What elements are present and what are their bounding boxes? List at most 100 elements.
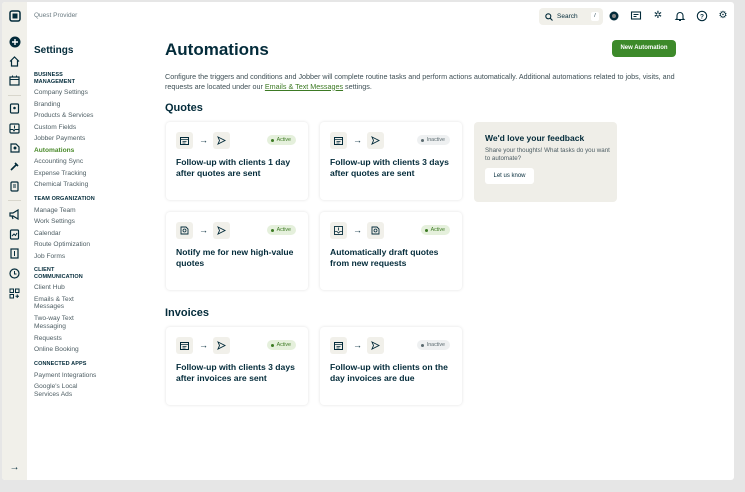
ai-sparkle-icon[interactable]: ✲ <box>652 10 664 22</box>
status-label: Active <box>430 227 445 233</box>
app-window: → Quest Provider Search / ✲ ? ⚙ Settings… <box>2 2 734 480</box>
expenses-icon[interactable] <box>8 247 21 260</box>
nav-item-chemical-tracking[interactable]: Chemical Tracking <box>34 181 144 189</box>
notifications-bell-icon[interactable] <box>674 10 686 22</box>
nav-section-heading: CLIENT COMMUNICATION <box>34 267 83 280</box>
send-icon <box>367 132 384 149</box>
nav-item-calendar[interactable]: Calendar <box>34 230 144 238</box>
automation-card[interactable]: → Active Follow-up with clients 1 day af… <box>166 122 308 200</box>
schedule-icon[interactable] <box>8 74 21 87</box>
left-rail: → <box>2 2 27 480</box>
settings-gear-icon[interactable]: ⚙ <box>717 10 729 22</box>
nav-item-payment-integrations[interactable]: Payment Integrations <box>34 372 144 380</box>
send-icon <box>213 337 230 354</box>
status-label: Active <box>276 342 291 348</box>
requests-icon[interactable] <box>8 122 21 135</box>
nav-item-requests[interactable]: Requests <box>34 335 144 343</box>
status-badge: Active <box>266 225 296 235</box>
nav-item-client-hub[interactable]: Client Hub <box>34 284 144 292</box>
expand-arrow-icon[interactable]: → <box>8 461 21 474</box>
rail-divider <box>8 200 21 201</box>
nav-section-heading: TEAM ORGANIZATION <box>34 195 95 202</box>
messages-icon[interactable] <box>630 10 642 22</box>
quotes-icon[interactable] <box>8 141 21 154</box>
arrow-right-icon: → <box>353 135 362 145</box>
feedback-text: Share your thoughts! What tasks do you w… <box>485 147 610 162</box>
quote-icon <box>367 222 384 239</box>
status-badge: Active <box>266 340 296 350</box>
nav-item-custom-fields[interactable]: Custom Fields <box>34 124 144 132</box>
status-label: Inactive <box>426 137 445 143</box>
status-badge: Active <box>266 135 296 145</box>
account-name: Quest Provider <box>34 12 78 19</box>
request-icon <box>330 222 347 239</box>
jobs-icon[interactable] <box>8 160 21 173</box>
rail-divider <box>8 95 21 96</box>
nav-item-jobber-payments[interactable]: Jobber Payments <box>34 135 144 143</box>
calendar-icon <box>176 132 193 149</box>
feedback-card: We'd love your feedback Share your thoug… <box>474 122 617 202</box>
status-dot <box>270 343 274 347</box>
nav-item-expense-tracking[interactable]: Expense Tracking <box>34 170 144 178</box>
automation-card[interactable]: → Active Follow-up with clients 3 days a… <box>166 327 308 405</box>
marketing-icon[interactable] <box>8 208 21 221</box>
arrow-right-icon: → <box>199 135 208 145</box>
search-shortcut: / <box>591 12 599 21</box>
nav-item-automations[interactable]: Automations <box>34 147 144 155</box>
nav-item-work-settings[interactable]: Work Settings <box>34 218 144 226</box>
nav-item-online-booking[interactable]: Online Booking <box>34 346 144 354</box>
create-plus-icon[interactable] <box>8 35 21 48</box>
arrow-right-icon: → <box>199 225 208 235</box>
emails-text-messages-link[interactable]: Emails & Text Messages <box>265 82 343 91</box>
apps-icon[interactable] <box>8 287 21 300</box>
search-button[interactable]: Search / <box>539 8 603 25</box>
send-icon <box>213 132 230 149</box>
page-description: Configure the triggers and conditions an… <box>165 72 695 91</box>
automation-card[interactable]: → Active Automatically draft quotes from… <box>320 212 462 290</box>
automation-title: Follow-up with clients 1 day after quote… <box>176 157 291 178</box>
search-label: Search <box>557 13 578 20</box>
status-dot <box>420 343 424 347</box>
nav-item-company-settings[interactable]: Company Settings <box>34 89 144 97</box>
description-text-end: settings. <box>343 81 372 91</box>
nav-item-route-optimization[interactable]: Route Optimization <box>34 241 144 249</box>
automation-card[interactable]: → Active Notify me for new high-value qu… <box>166 212 308 290</box>
nav-item-google-s-local-services-ads[interactable]: Google's Local Services Ads <box>34 383 96 398</box>
nav-item-branding[interactable]: Branding <box>34 101 144 109</box>
status-dot <box>420 138 424 142</box>
automation-title: Follow-up with clients 3 days after invo… <box>176 362 295 383</box>
marketplace-icon[interactable] <box>608 10 620 22</box>
home-icon[interactable] <box>8 55 21 68</box>
automation-title: Automatically draft quotes from new requ… <box>330 247 439 268</box>
reports-icon[interactable] <box>8 228 21 241</box>
automation-card[interactable]: → Inactive Follow-up with clients 3 days… <box>320 122 462 200</box>
status-dot <box>270 138 274 142</box>
timesheets-icon[interactable] <box>8 267 21 280</box>
calendar-icon <box>176 337 193 354</box>
status-label: Active <box>276 227 291 233</box>
let-us-know-button[interactable]: Let us know <box>485 168 534 184</box>
nav-section-heading: CONNECTED APPS <box>34 360 87 367</box>
status-label: Active <box>276 137 291 143</box>
page-title: Automations <box>165 40 269 59</box>
nav-item-job-forms[interactable]: Job Forms <box>34 253 144 261</box>
status-badge: Inactive <box>416 340 450 350</box>
status-badge: Active <box>420 225 450 235</box>
automation-card[interactable]: → Inactive Follow-up with clients on the… <box>320 327 462 405</box>
help-icon[interactable]: ? <box>696 10 708 22</box>
automation-title: Follow-up with clients on the day invoic… <box>330 362 448 383</box>
calendar-icon <box>330 132 347 149</box>
invoices-icon[interactable] <box>8 180 21 193</box>
status-badge: Inactive <box>416 135 450 145</box>
nav-item-manage-team[interactable]: Manage Team <box>34 207 144 215</box>
nav-item-accounting-sync[interactable]: Accounting Sync <box>34 158 144 166</box>
nav-item-emails-text-messages[interactable]: Emails & Text Messages <box>34 296 96 311</box>
nav-item-products-services[interactable]: Products & Services <box>34 112 144 120</box>
nav-item-two-way-text-messaging[interactable]: Two-way Text Messaging <box>34 315 96 330</box>
invoices-heading: Invoices <box>165 307 210 319</box>
clients-icon[interactable] <box>8 102 21 115</box>
new-automation-button[interactable]: New Automation <box>612 40 676 57</box>
logo-icon[interactable] <box>8 9 21 22</box>
status-label: Inactive <box>426 342 445 348</box>
nav-section-heading: BUSINESS MANAGEMENT <box>34 72 76 85</box>
